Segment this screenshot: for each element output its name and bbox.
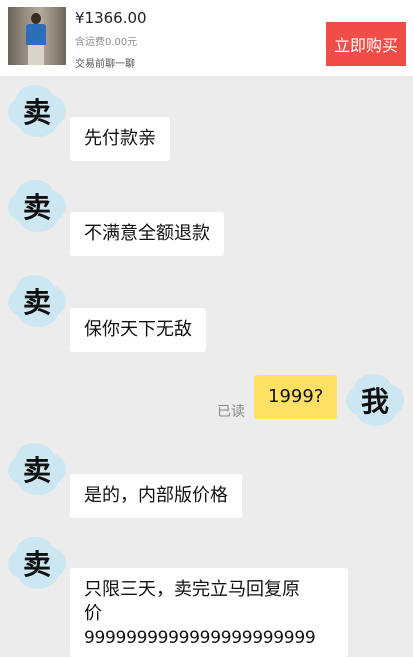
message-bubble: 先付款亲 <box>70 117 170 161</box>
my-avatar-char: 我 <box>360 385 389 418</box>
seller-avatar-char: 卖 <box>22 548 51 581</box>
thumbnail-person-body <box>26 24 46 45</box>
seller-avatar[interactable]: 卖 <box>6 535 68 591</box>
seller-avatar-char: 卖 <box>22 96 51 129</box>
message-bubble: 保你天下无敌 <box>70 308 206 352</box>
read-receipt: 已读 <box>217 404 245 420</box>
seller-avatar-char: 卖 <box>22 454 51 487</box>
seller-avatar[interactable]: 卖 <box>6 273 68 329</box>
shipping-fee: 含运费0.00元 <box>75 37 138 48</box>
seller-avatar[interactable]: 卖 <box>6 441 68 497</box>
my-avatar[interactable]: 我 <box>344 372 406 428</box>
message-line: 价 <box>84 603 102 624</box>
product-thumbnail[interactable] <box>8 7 66 65</box>
seller-avatar[interactable]: 卖 <box>6 83 68 139</box>
seller-avatar-char: 卖 <box>22 286 51 319</box>
my-message-bubble: 1999? <box>254 375 338 419</box>
seller-avatar-char: 卖 <box>22 191 51 224</box>
chat-before-trade-note: 交易前聊一聊 <box>75 59 135 70</box>
seller-avatar[interactable]: 卖 <box>6 178 68 234</box>
message-bubble: 不满意全额退款 <box>70 212 224 256</box>
message-bubble: 是的，内部版价格 <box>70 474 242 518</box>
thumbnail-person-legs <box>28 45 44 65</box>
product-header: ¥1366.00 含运费0.00元 交易前聊一聊 立即购买 <box>0 0 413 76</box>
product-price: ¥1366.00 <box>75 9 147 27</box>
message-bubble-long: 只限三天，卖完立马回复原 价 9999999999999999999999 <box>70 568 348 657</box>
thumbnail-person-head <box>31 13 41 24</box>
message-line: 只限三天，卖完立马回复原 <box>84 579 300 600</box>
message-line: 9999999999999999999999 <box>84 628 316 648</box>
buy-now-button[interactable]: 立即购买 <box>326 22 406 66</box>
